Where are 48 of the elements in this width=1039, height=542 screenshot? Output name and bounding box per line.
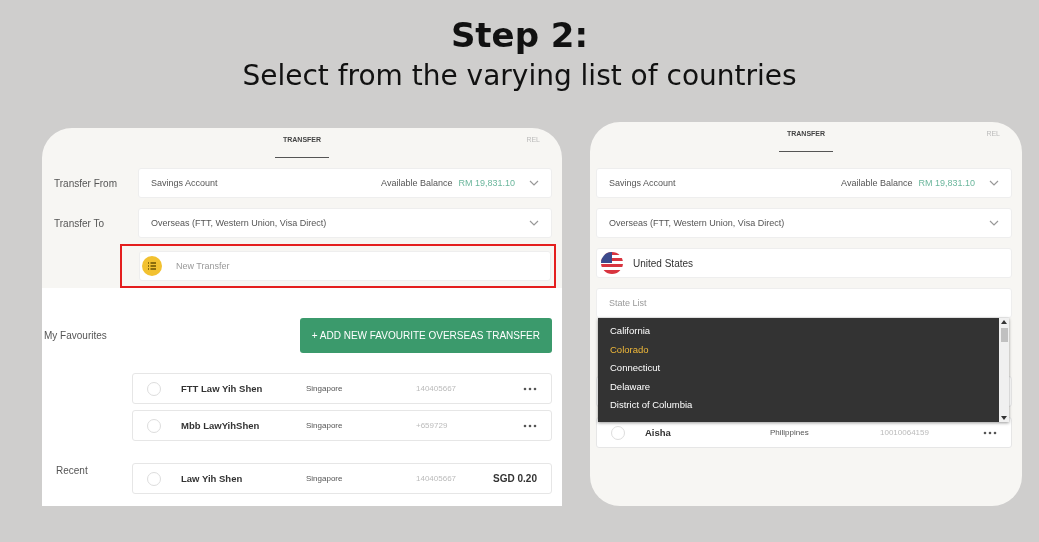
payee-name: Mbb LawYihShen: [181, 420, 261, 431]
state-field[interactable]: State List: [596, 288, 1012, 318]
transfer-type-dropdown[interactable]: Overseas (FTT, Western Union, Visa Direct): [138, 208, 552, 238]
account-dropdown[interactable]: Savings Account Available Balance RM 19,831.10: [138, 168, 552, 198]
scroll-up-icon[interactable]: [1001, 320, 1007, 324]
chevron-down-icon: [529, 220, 539, 226]
slide-subtitle: Select from the varying list of countries: [242, 58, 797, 94]
new-transfer-field[interactable]: New Transfer: [139, 251, 551, 281]
country-field[interactable]: United States: [596, 248, 1012, 278]
payee-row[interactable]: Law Yih Shen Singapore 140405667 SGD 0.20: [132, 463, 552, 494]
dropdown-option[interactable]: Colorado: [610, 342, 987, 357]
payee-country: Singapore: [306, 421, 344, 430]
chevron-down-icon: [989, 220, 999, 226]
dropdown-option[interactable]: Delaware: [610, 379, 987, 394]
section-label: My Favourites: [44, 330, 107, 341]
more-icon[interactable]: [983, 430, 997, 435]
scrollbar-thumb[interactable]: [1000, 328, 1008, 342]
field-label: Transfer To: [54, 217, 106, 229]
more-icon[interactable]: [523, 423, 537, 428]
dropdown-option[interactable]: California: [610, 324, 987, 339]
account-number: 140405667: [416, 384, 458, 393]
account-number: 140405667: [416, 474, 458, 483]
payee-row[interactable]: FTT Law Yih Shen Singapore 140405667: [132, 373, 552, 404]
payee-country: Singapore: [306, 474, 344, 483]
amount: SGD 0.20: [493, 473, 537, 484]
account-number: +659729: [416, 421, 449, 430]
field-label: Transfer From: [54, 177, 118, 189]
dropdown-option[interactable]: District of Columbia: [610, 398, 987, 413]
payee-name: Law Yih Shen: [181, 473, 244, 484]
account-dropdown[interactable]: Savings Account Available Balance RM 19,831.10: [596, 168, 1012, 198]
dropdown-option[interactable]: Connecticut: [610, 361, 987, 376]
payee-row[interactable]: Mbb LawYihShen Singapore +659729: [132, 410, 552, 441]
chevron-down-icon: [989, 180, 999, 186]
more-icon[interactable]: [523, 386, 537, 391]
flag-icon: [601, 252, 623, 274]
transfer-type-dropdown[interactable]: Overseas (FTT, Western Union, Visa Direct): [596, 208, 1012, 238]
slide-title: Step 2:: [450, 14, 589, 56]
payee-name: Aisha: [645, 427, 672, 438]
payee-country: Singapore: [306, 384, 344, 393]
payee-name: FTT Law Yih Shen: [181, 383, 264, 394]
new-transfer-input[interactable]: New Transfer: [174, 260, 538, 272]
list-icon: [142, 256, 162, 276]
scrollbar[interactable]: [999, 318, 1009, 422]
payee-country: Philippines: [770, 428, 810, 437]
scroll-down-icon[interactable]: [1001, 416, 1007, 420]
account-number: 10010064159: [880, 428, 930, 437]
section-label: Recent: [55, 464, 89, 476]
chevron-down-icon: [529, 180, 539, 186]
